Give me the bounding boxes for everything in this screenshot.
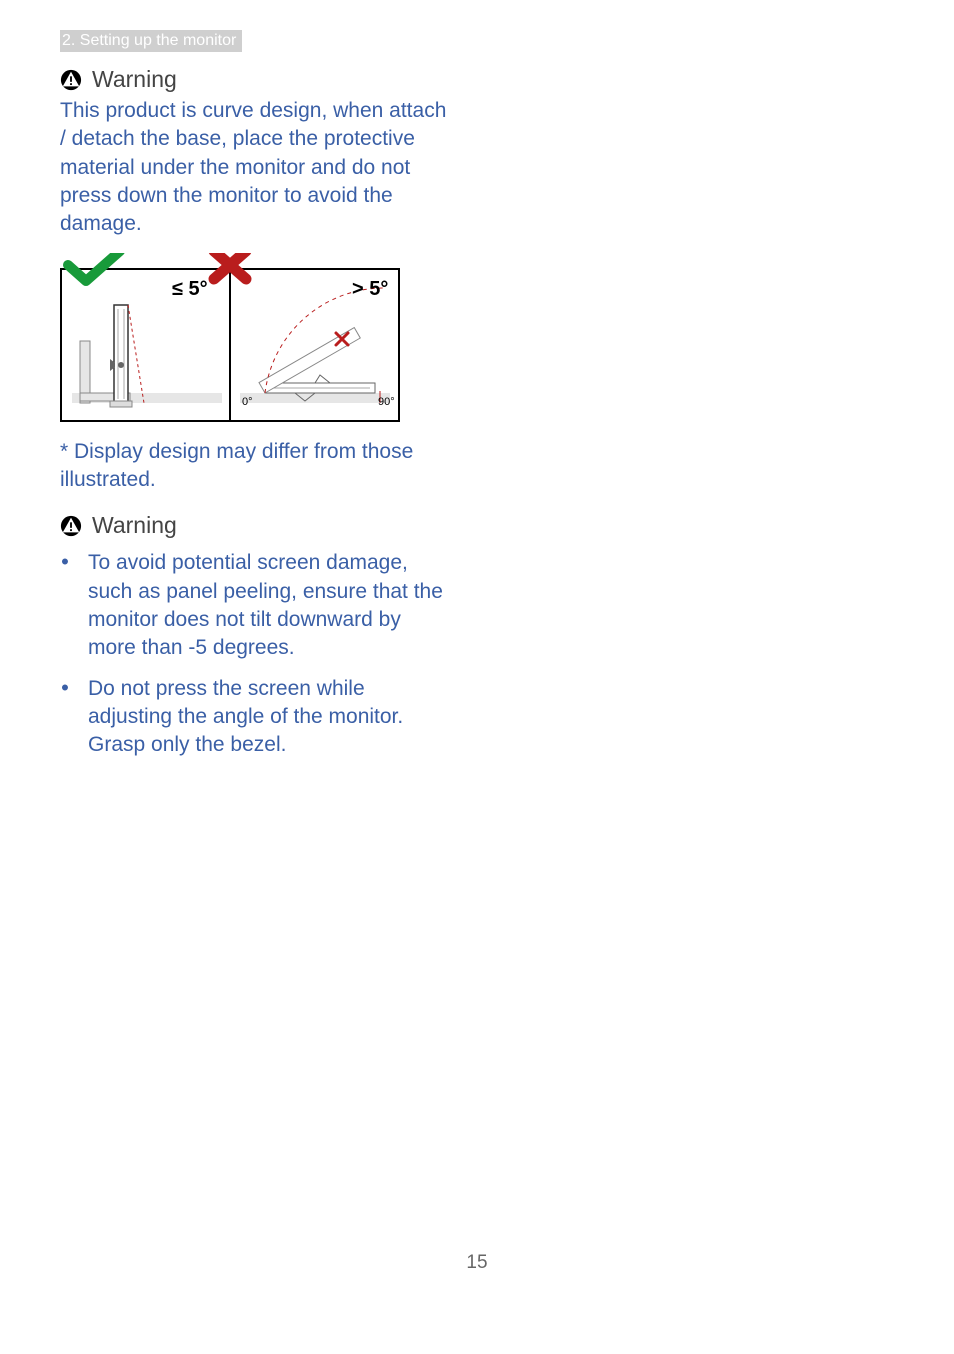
- list-item: • Do not press the screen while adjustin…: [60, 675, 450, 760]
- warning-2-title: Warning: [92, 512, 177, 539]
- page: 2. Setting up the monitor Warning This p…: [0, 0, 954, 1354]
- warning-1-title: Warning: [92, 66, 177, 93]
- bullet-text-2: Do not press the screen while adjusting …: [88, 675, 450, 760]
- warning-icon: [60, 69, 82, 91]
- diagram-bad-label: > 5°: [352, 278, 388, 300]
- bullet-text-1: To avoid potential screen damage, such a…: [88, 549, 450, 662]
- diagram-zero-label: 0°: [242, 396, 253, 408]
- warning-2-list: • To avoid potential screen damage, such…: [60, 549, 450, 759]
- tilt-diagram: ≤ 5°: [60, 253, 450, 428]
- page-number: 15: [0, 1252, 954, 1274]
- illustration-footnote: * Display design may differ from those i…: [60, 438, 450, 495]
- section-header: 2. Setting up the monitor: [60, 30, 242, 52]
- warning-icon: [60, 515, 82, 537]
- list-item: • To avoid potential screen damage, such…: [60, 549, 450, 662]
- left-column: 2. Setting up the monitor Warning This p…: [60, 30, 450, 760]
- warning-2-header: Warning: [60, 512, 450, 539]
- bullet-icon: •: [60, 549, 70, 575]
- diagram-ok-label: ≤ 5°: [172, 278, 208, 300]
- warning-1-body: This product is curve design, when attac…: [60, 97, 450, 239]
- bullet-icon: •: [60, 675, 70, 701]
- warning-1-header: Warning: [60, 66, 450, 93]
- diagram-ninety-label: 90°: [378, 396, 395, 408]
- section-header-text: 2. Setting up the monitor: [62, 32, 236, 49]
